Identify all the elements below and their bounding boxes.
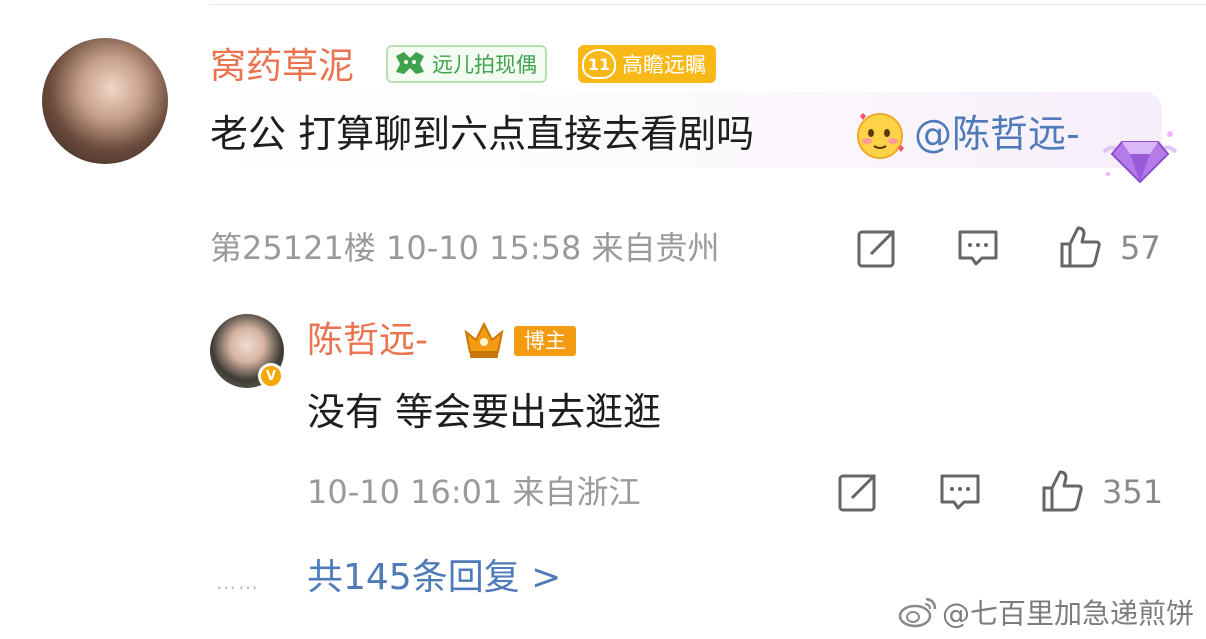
commenter-avatar[interactable] bbox=[42, 38, 168, 164]
comment-meta: 第25121楼 10-10 15:58 来自贵州 bbox=[210, 229, 720, 267]
mention-link[interactable]: @陈哲远- bbox=[914, 110, 1080, 158]
weibo-logo-icon bbox=[898, 597, 937, 628]
watermark-text: @七百里加急递煎饼 bbox=[941, 597, 1194, 630]
commenter-username[interactable]: 窝药草泥 bbox=[210, 47, 354, 87]
thumbs-up-icon[interactable] bbox=[1058, 224, 1102, 268]
comment-icon[interactable] bbox=[956, 226, 1000, 270]
dots-separator: …… bbox=[216, 570, 260, 594]
watermark: @七百里加急递煎饼 bbox=[898, 592, 1194, 632]
level-badge-label: 高瞻远瞩 bbox=[622, 53, 706, 77]
crown-icon bbox=[464, 321, 504, 358]
blushing-emoji-icon bbox=[857, 113, 904, 159]
blogger-badge-label: 博主 bbox=[514, 326, 576, 356]
verified-badge: V bbox=[258, 363, 284, 389]
top-divider bbox=[210, 4, 1206, 5]
reply-meta: 10-10 16:01 来自浙江 bbox=[307, 473, 641, 511]
fan-badge-label: 远儿拍现偶 bbox=[432, 53, 537, 77]
reply-text: 没有 等会要出去逛逛 bbox=[307, 390, 662, 434]
share-icon[interactable] bbox=[855, 226, 899, 270]
comment-text: 老公 打算聊到六点直接去看剧吗 bbox=[210, 112, 755, 156]
level-badge[interactable]: 11 高瞻远瞩 bbox=[578, 45, 716, 83]
fan-badge-icon bbox=[388, 47, 432, 81]
reply-like-count: 351 bbox=[1102, 473, 1164, 511]
diamond-gem-icon bbox=[1102, 131, 1178, 184]
blogger-badge[interactable]: 博主 bbox=[462, 318, 576, 362]
level-number: 11 bbox=[582, 49, 616, 79]
comment-like-count: 57 bbox=[1120, 229, 1161, 267]
comment-icon[interactable] bbox=[938, 470, 982, 514]
fan-badge[interactable]: 远儿拍现偶 bbox=[386, 45, 547, 83]
replier-username[interactable]: 陈哲远- bbox=[307, 321, 428, 361]
share-icon[interactable] bbox=[836, 470, 880, 514]
view-more-replies-link[interactable]: 共145条回复 > bbox=[307, 556, 561, 600]
thumbs-up-icon[interactable] bbox=[1040, 468, 1084, 512]
